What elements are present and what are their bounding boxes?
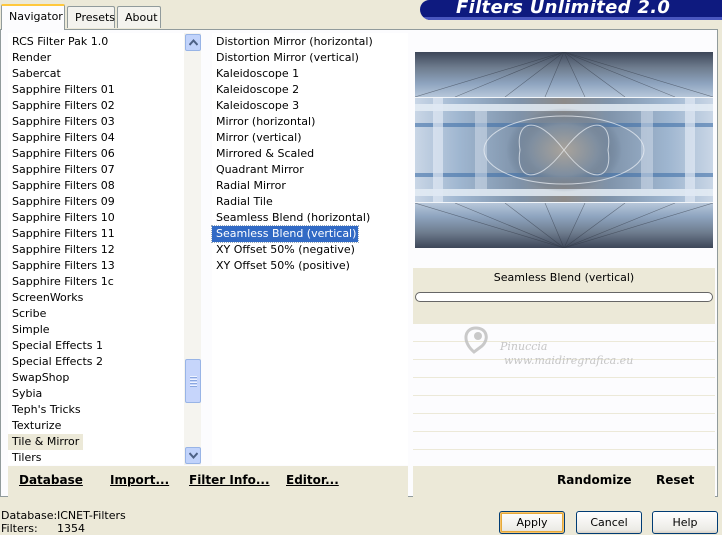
scroll-down-button[interactable] <box>185 447 201 464</box>
category-item[interactable]: Sybia <box>8 386 42 402</box>
category-item[interactable]: Sapphire Filters 06 <box>8 146 115 162</box>
category-item[interactable]: Sapphire Filters 12 <box>8 242 115 258</box>
tab-presets[interactable]: Presets <box>67 6 115 28</box>
filter-item[interactable]: Mirror (horizontal) <box>212 114 315 130</box>
filter-item[interactable]: Mirrored & Scaled <box>212 146 314 162</box>
reset-button[interactable]: Reset <box>656 473 694 487</box>
category-item[interactable]: Sapphire Filters 08 <box>8 178 115 194</box>
scroll-thumb[interactable] <box>185 359 201 403</box>
category-item[interactable]: Sapphire Filters 07 <box>8 162 115 178</box>
apply-button[interactable]: Apply <box>499 511 565 534</box>
filter-name-band: Seamless Blend (vertical) <box>413 268 715 324</box>
category-item[interactable]: Sapphire Filters 13 <box>8 258 115 274</box>
watermark-name: Pinuccia <box>500 340 548 353</box>
filter-item[interactable]: Quadrant Mirror <box>212 162 304 178</box>
editor-button[interactable]: Editor... <box>286 473 339 487</box>
filter-item[interactable]: Kaleidoscope 1 <box>212 66 299 82</box>
filter-info-button[interactable]: Filter Info... <box>189 473 270 487</box>
list-gap <box>202 33 212 465</box>
filter-item[interactable]: Radial Tile <box>212 194 273 210</box>
filter-item[interactable]: XY Offset 50% (negative) <box>212 242 355 258</box>
category-item[interactable]: Sapphire Filters 04 <box>8 130 115 146</box>
category-scrollbar[interactable] <box>184 33 201 465</box>
category-item[interactable]: Sapphire Filters 10 <box>8 210 115 226</box>
tab-presets-label: Presets <box>75 11 116 24</box>
category-item[interactable]: RCS Filter Pak 1.0 <box>8 34 108 50</box>
category-item[interactable]: Tile & Mirror <box>8 434 84 450</box>
category-item[interactable]: Tilers <box>8 450 42 466</box>
filter-item[interactable]: Kaleidoscope 2 <box>212 82 299 98</box>
randomize-button[interactable]: Randomize <box>557 473 631 487</box>
category-item[interactable]: Sapphire Filters 1c <box>8 274 114 290</box>
tab-about-label: About <box>125 11 158 24</box>
watermark-url: www.maidiregrafica.eu <box>504 354 634 367</box>
filter-item[interactable]: Distortion Mirror (horizontal) <box>212 34 373 50</box>
help-button[interactable]: Help <box>652 511 718 534</box>
filter-item[interactable]: Seamless Blend (horizontal) <box>212 210 370 226</box>
category-item[interactable]: Texturize <box>8 418 61 434</box>
category-list[interactable]: RCS Filter Pak 1.0 Render Sabercat Sapphire… <box>8 33 184 465</box>
filter-item[interactable]: Kaleidoscope 3 <box>212 98 299 114</box>
category-item[interactable]: Teph's Tricks <box>8 402 81 418</box>
category-item[interactable]: Special Effects 1 <box>8 338 103 354</box>
chevron-up-icon <box>189 39 198 46</box>
category-item[interactable]: Sapphire Filters 01 <box>8 82 115 98</box>
database-label: Database: <box>1 509 58 522</box>
category-item[interactable]: Sapphire Filters 02 <box>8 98 115 114</box>
help-button-label: Help <box>672 516 698 529</box>
filter-item[interactable]: XY Offset 50% (positive) <box>212 258 350 274</box>
tab-about[interactable]: About <box>117 6 161 28</box>
database-value: ICNET-Filters <box>57 509 126 522</box>
filter-item[interactable]: Seamless Blend (vertical) <box>210 225 360 243</box>
category-item[interactable]: ScreenWorks <box>8 290 83 306</box>
filter-item[interactable]: Mirror (vertical) <box>212 130 302 146</box>
category-item[interactable]: Special Effects 2 <box>8 354 103 370</box>
progress-bar <box>415 292 713 302</box>
watermark-logo-icon <box>464 326 488 354</box>
category-item[interactable]: Sabercat <box>8 66 61 82</box>
tab-navigator-label: Navigator <box>9 10 63 23</box>
tab-navigator[interactable]: Navigator <box>1 4 65 30</box>
category-item[interactable]: SwapShop <box>8 370 69 386</box>
filter-preview-image <box>415 52 713 248</box>
filter-item[interactable]: Radial Mirror <box>212 178 286 194</box>
filter-list[interactable]: Distortion Mirror (horizontal) Distortion… <box>210 33 408 465</box>
filters-count-value: 1354 <box>57 522 85 535</box>
category-item[interactable]: Scribe <box>8 306 46 322</box>
cancel-button-label: Cancel <box>590 516 628 529</box>
app-title: Filters Unlimited 2.0 <box>456 0 671 18</box>
scroll-up-button[interactable] <box>185 34 201 51</box>
import-button[interactable]: Import... <box>110 473 169 487</box>
category-item[interactable]: Sapphire Filters 11 <box>8 226 115 242</box>
app-banner: Filters Unlimited 2.0 <box>420 0 722 20</box>
category-item[interactable]: Sapphire Filters 09 <box>8 194 115 210</box>
preview-filter-name: Seamless Blend (vertical) <box>493 271 635 284</box>
filter-item[interactable]: Distortion Mirror (vertical) <box>212 50 359 66</box>
cancel-button[interactable]: Cancel <box>576 511 642 534</box>
filters-count-label: Filters: <box>1 522 38 535</box>
apply-button-label: Apply <box>516 516 548 529</box>
category-item[interactable]: Simple <box>8 322 50 338</box>
category-item[interactable]: Render <box>8 50 51 66</box>
database-button[interactable]: Database <box>19 473 83 487</box>
category-item[interactable]: Sapphire Filters 03 <box>8 114 115 130</box>
chevron-down-icon <box>189 452 198 459</box>
